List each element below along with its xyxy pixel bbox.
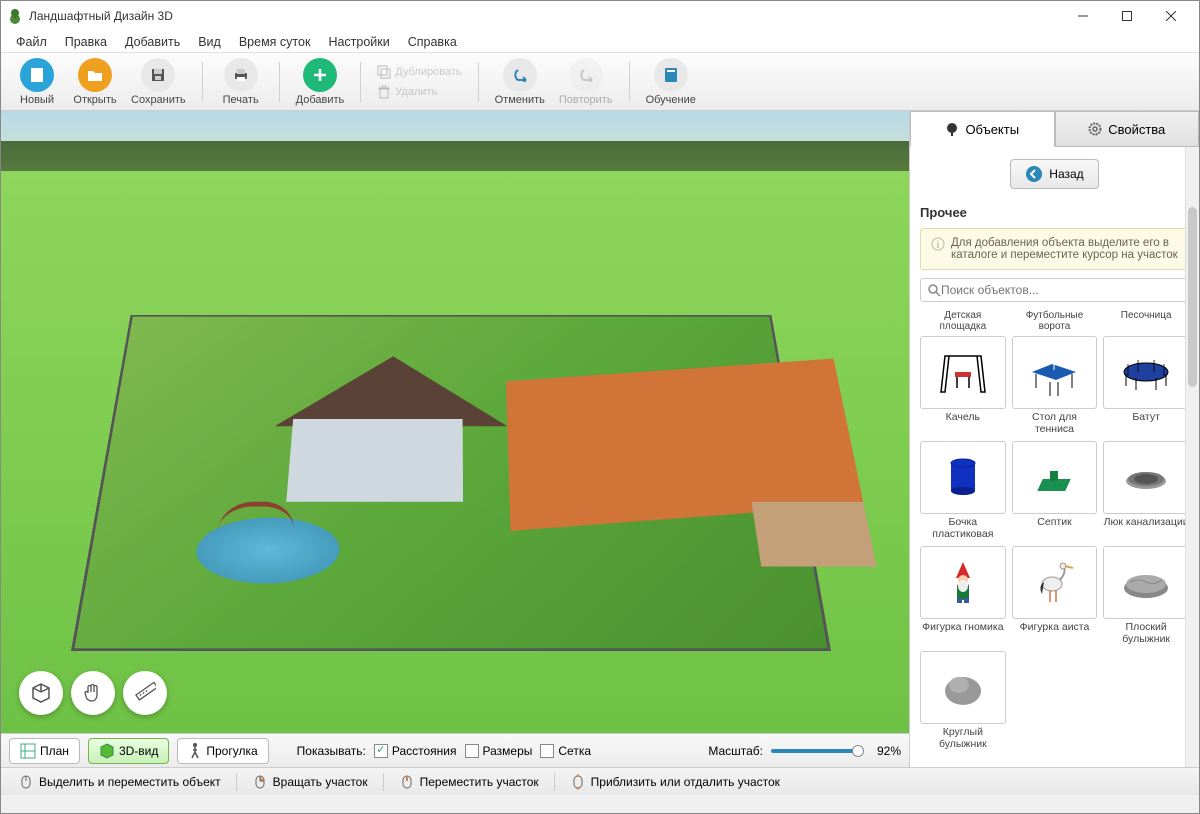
open-button[interactable]: Открыть <box>69 56 121 108</box>
tab-3dview[interactable]: 3D-вид <box>88 738 169 764</box>
mouse-scroll-icon <box>570 774 586 790</box>
viewbar: План 3D-вид Прогулка Показывать: Расстоя… <box>1 733 909 767</box>
checkbox-distances[interactable]: Расстояния <box>374 744 457 758</box>
tutorial-button[interactable]: Обучение <box>642 56 700 108</box>
back-button[interactable]: Назад <box>1010 159 1098 189</box>
gear-icon <box>1088 122 1102 136</box>
checkbox-sizes[interactable]: Размеры <box>465 744 533 758</box>
delete-button[interactable]: Удалить <box>373 83 465 101</box>
redo-button[interactable]: Повторить <box>555 56 617 108</box>
mouse-middle-icon <box>399 774 415 790</box>
close-button[interactable] <box>1149 1 1193 31</box>
hint-box: i Для добавления объекта выделите его в … <box>920 228 1189 270</box>
menubar: Файл Правка Добавить Вид Время суток Нас… <box>1 31 1199 53</box>
header-label-0: Детская площадка <box>920 310 1006 332</box>
titlebar: Ландшафтный Дизайн 3D <box>1 1 1199 31</box>
scale-label: Масштаб: <box>708 744 763 758</box>
ruler-icon <box>134 682 156 704</box>
object-flat-stone[interactable]: Плоский булыжник <box>1103 546 1189 645</box>
object-trampoline[interactable]: Батут <box>1103 336 1189 435</box>
cube-icon <box>30 682 52 704</box>
menu-help[interactable]: Справка <box>399 33 466 51</box>
tab-properties[interactable]: Свойства <box>1055 111 1200 147</box>
status-move-plot[interactable]: Переместить участок <box>390 770 548 794</box>
duplicate-icon <box>377 65 391 79</box>
object-stork[interactable]: Фигурка аиста <box>1012 546 1098 645</box>
orbit-tool[interactable] <box>19 671 63 715</box>
status-zoom[interactable]: Приблизить или отдалить участок <box>561 770 789 794</box>
maximize-button[interactable] <box>1105 1 1149 31</box>
scale-value: 92% <box>869 744 901 758</box>
menu-add[interactable]: Добавить <box>116 33 189 51</box>
menu-daytime[interactable]: Время суток <box>230 33 320 51</box>
checkbox-grid[interactable]: Сетка <box>540 744 591 758</box>
mouse-icon <box>18 774 34 790</box>
3d-icon <box>99 743 115 759</box>
menu-file[interactable]: Файл <box>7 33 56 51</box>
save-button[interactable]: Сохранить <box>127 56 190 108</box>
statusbar: Выделить и переместить объект Вращать уч… <box>1 767 1199 795</box>
mouse-right-icon <box>252 774 268 790</box>
tree-icon <box>945 122 959 136</box>
object-grid: Качель Стол для тенниса Батут Бочка плас… <box>920 336 1189 750</box>
menu-view[interactable]: Вид <box>189 33 230 51</box>
show-label: Показывать: <box>297 744 366 758</box>
measure-tool[interactable] <box>123 671 167 715</box>
trash-icon <box>377 85 391 99</box>
pan-tool[interactable] <box>71 671 115 715</box>
tab-walk[interactable]: Прогулка <box>177 738 268 764</box>
toolbar: Новый Открыть Сохранить Печать Добавить … <box>1 53 1199 111</box>
object-manhole[interactable]: Люк канализации <box>1103 441 1189 540</box>
svg-text:i: i <box>937 240 939 251</box>
object-gnome[interactable]: Фигурка гномика <box>920 546 1006 645</box>
hand-icon <box>82 682 104 704</box>
tab-objects[interactable]: Объекты <box>910 111 1055 147</box>
category-heading: Прочее <box>920 205 1189 220</box>
header-label-1: Футбольные ворота <box>1012 310 1098 332</box>
viewport-3d[interactable]: План 3D-вид Прогулка Показывать: Расстоя… <box>1 111 909 767</box>
print-button[interactable]: Печать <box>215 56 267 108</box>
header-label-2: Песочница <box>1103 310 1189 332</box>
minimize-button[interactable] <box>1061 1 1105 31</box>
scale-slider[interactable] <box>771 749 861 753</box>
side-panel: Объекты Свойства Назад Прочее i Для доба… <box>909 111 1199 767</box>
search-input[interactable] <box>920 278 1189 302</box>
object-barrel[interactable]: Бочка пластиковая <box>920 441 1006 540</box>
search-icon <box>927 283 941 297</box>
status-rotate[interactable]: Вращать участок <box>243 770 377 794</box>
new-button[interactable]: Новый <box>11 56 63 108</box>
info-icon: i <box>931 237 945 251</box>
duplicate-button[interactable]: Дублировать <box>373 63 465 81</box>
object-tennis-table[interactable]: Стол для тенниса <box>1012 336 1098 435</box>
undo-button[interactable]: Отменить <box>491 56 549 108</box>
add-button[interactable]: Добавить <box>292 56 349 108</box>
object-swing[interactable]: Качель <box>920 336 1006 435</box>
scrollbar[interactable] <box>1185 147 1199 767</box>
menu-settings[interactable]: Настройки <box>319 33 398 51</box>
plan-icon <box>20 743 36 759</box>
object-round-stone[interactable]: Круглый булыжник <box>920 651 1006 750</box>
status-select-move[interactable]: Выделить и переместить объект <box>9 770 230 794</box>
menu-edit[interactable]: Правка <box>56 33 116 51</box>
app-icon <box>7 8 23 24</box>
object-septic[interactable]: Септик <box>1012 441 1098 540</box>
walk-icon <box>188 743 202 759</box>
tab-plan[interactable]: План <box>9 738 80 764</box>
arrow-left-icon <box>1025 165 1043 183</box>
app-title: Ландшафтный Дизайн 3D <box>29 9 173 23</box>
